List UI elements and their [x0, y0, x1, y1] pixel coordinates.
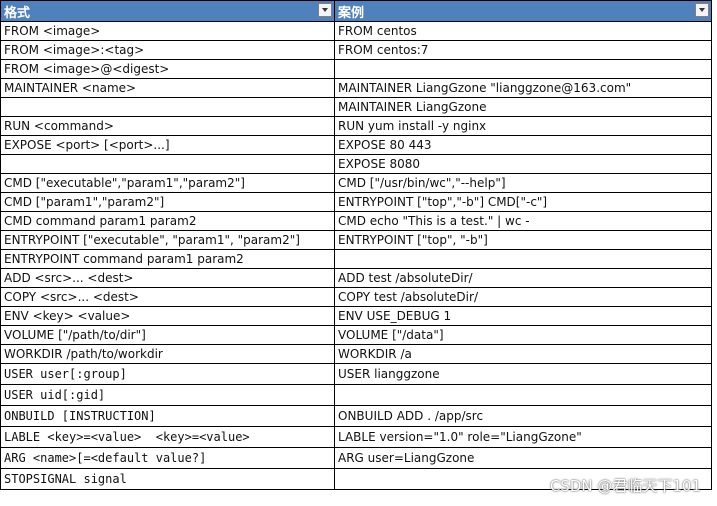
example-cell[interactable]: CMD ["/usr/bin/wc","--help"]	[334, 173, 712, 193]
example-cell[interactable]: FROM centos:7	[334, 40, 712, 60]
table-row: ONBUILD [INSTRUCTION] ONBUILD ADD . /app…	[0, 405, 712, 427]
example-cell[interactable]: USER lianggzone	[334, 363, 712, 385]
example-cell[interactable]: EXPOSE 8080	[334, 154, 712, 174]
example-cell[interactable]: ONBUILD ADD . /app/src	[334, 405, 712, 427]
format-cell[interactable]	[0, 97, 335, 117]
dropdown-arrow-icon[interactable]	[318, 3, 332, 17]
format-cell[interactable]: STOPSIGNAL signal	[0, 468, 335, 490]
csdn-watermark: CSDN @君临天下101	[549, 477, 701, 495]
example-cell[interactable]: ENV USE_DEBUG 1	[334, 306, 712, 326]
format-column-header[interactable]: 格式	[0, 0, 335, 22]
example-column-header[interactable]: 案例	[334, 0, 712, 22]
format-cell[interactable]: USER uid[:gid]	[0, 384, 335, 406]
format-cell[interactable]: FROM <image>:<tag>	[0, 40, 335, 60]
format-cell[interactable]: MAINTAINER <name>	[0, 78, 335, 98]
format-cell[interactable]: CMD ["executable","param1","param2"]	[0, 173, 335, 193]
table-row: USER user[:group] USER lianggzone	[0, 363, 712, 385]
header-row: 格式 案例	[0, 0, 712, 22]
table-row: COPY <src>... <dest> COPY test /absolute…	[0, 287, 712, 307]
dockerfile-instruction-table: 格式 案例 FROM <image> FROM centos FROM <ima…	[0, 0, 712, 490]
table-row: CMD ["executable","param1","param2"] CMD…	[0, 173, 712, 193]
table-row: ADD <src>... <dest> ADD test /absoluteDi…	[0, 268, 712, 288]
table-row: CMD command param1 param2 CMD echo "This…	[0, 211, 712, 231]
example-cell[interactable]: ARG user=LiangGzone	[334, 447, 712, 469]
table-row: FROM <image> FROM centos	[0, 21, 712, 41]
table-row: EXPOSE <port> [<port>...] EXPOSE 80 443	[0, 135, 712, 155]
table-row: EXPOSE 8080	[0, 154, 712, 174]
format-cell[interactable]: USER user[:group]	[0, 363, 335, 385]
format-cell[interactable]: VOLUME ["/path/to/dir"]	[0, 325, 335, 345]
format-cell[interactable]: RUN <command>	[0, 116, 335, 136]
format-cell[interactable]: COPY <src>... <dest>	[0, 287, 335, 307]
example-cell[interactable]: WORKDIR /a	[334, 344, 712, 364]
format-cell[interactable]: ENTRYPOINT command param1 param2	[0, 249, 335, 269]
example-cell[interactable]: LABLE version="1.0" role="LiangGzone"	[334, 426, 712, 448]
table-row: MAINTAINER <name> MAINTAINER LiangGzone …	[0, 78, 712, 98]
table-row: FROM <image>@<digest>	[0, 59, 712, 79]
example-cell[interactable]: COPY test /absoluteDir/	[334, 287, 712, 307]
table-row: USER uid[:gid]	[0, 384, 712, 406]
example-cell[interactable]: MAINTAINER LiangGzone	[334, 97, 712, 117]
format-cell[interactable]	[0, 154, 335, 174]
table-row: ARG <name>[=<default value?] ARG user=Li…	[0, 447, 712, 469]
table-row: ENTRYPOINT ["executable", "param1", "par…	[0, 230, 712, 250]
format-cell[interactable]: LABLE <key>=<value> <key>=<value>	[0, 426, 335, 448]
example-cell[interactable]	[334, 59, 712, 79]
example-cell[interactable]	[334, 249, 712, 269]
example-cell[interactable]: ENTRYPOINT ["top", "-b"]	[334, 230, 712, 250]
dropdown-arrow-icon[interactable]	[695, 3, 709, 17]
format-cell[interactable]: WORKDIR /path/to/workdir	[0, 344, 335, 364]
example-cell[interactable]: EXPOSE 80 443	[334, 135, 712, 155]
format-cell[interactable]: FROM <image>@<digest>	[0, 59, 335, 79]
table-row: ENV <key> <value> ENV USE_DEBUG 1	[0, 306, 712, 326]
table-row: RUN <command> RUN yum install -y nginx	[0, 116, 712, 136]
table-row: LABLE <key>=<value> <key>=<value> LABLE …	[0, 426, 712, 448]
format-cell[interactable]: ENV <key> <value>	[0, 306, 335, 326]
format-cell[interactable]: ONBUILD [INSTRUCTION]	[0, 405, 335, 427]
example-cell[interactable]: RUN yum install -y nginx	[334, 116, 712, 136]
example-cell[interactable]: CMD echo "This is a test." | wc -	[334, 211, 712, 231]
table-row: VOLUME ["/path/to/dir"] VOLUME ["/data"]	[0, 325, 712, 345]
example-cell[interactable]: FROM centos	[334, 21, 712, 41]
table-row: CMD ["param1","param2"] ENTRYPOINT ["top…	[0, 192, 712, 212]
table-row: MAINTAINER LiangGzone	[0, 97, 712, 117]
example-cell[interactable]: MAINTAINER LiangGzone "lianggzone@163.co…	[334, 78, 712, 98]
example-cell[interactable]: ADD test /absoluteDir/	[334, 268, 712, 288]
example-cell[interactable]: ENTRYPOINT ["top","-b"] CMD["-c"]	[334, 192, 712, 212]
format-cell[interactable]: CMD command param1 param2	[0, 211, 335, 231]
table-row: WORKDIR /path/to/workdir WORKDIR /a	[0, 344, 712, 364]
table-row: FROM <image>:<tag> FROM centos:7	[0, 40, 712, 60]
format-column-label: 格式	[4, 5, 31, 21]
example-cell[interactable]: VOLUME ["/data"]	[334, 325, 712, 345]
example-cell[interactable]	[334, 384, 712, 406]
format-cell[interactable]: FROM <image>	[0, 21, 335, 41]
table-row: ENTRYPOINT command param1 param2	[0, 249, 712, 269]
format-cell[interactable]: ARG <name>[=<default value?]	[0, 447, 335, 469]
format-cell[interactable]: ADD <src>... <dest>	[0, 268, 335, 288]
format-cell[interactable]: CMD ["param1","param2"]	[0, 192, 335, 212]
example-column-label: 案例	[338, 5, 365, 21]
format-cell[interactable]: ENTRYPOINT ["executable", "param1", "par…	[0, 230, 335, 250]
format-cell[interactable]: EXPOSE <port> [<port>...]	[0, 135, 335, 155]
